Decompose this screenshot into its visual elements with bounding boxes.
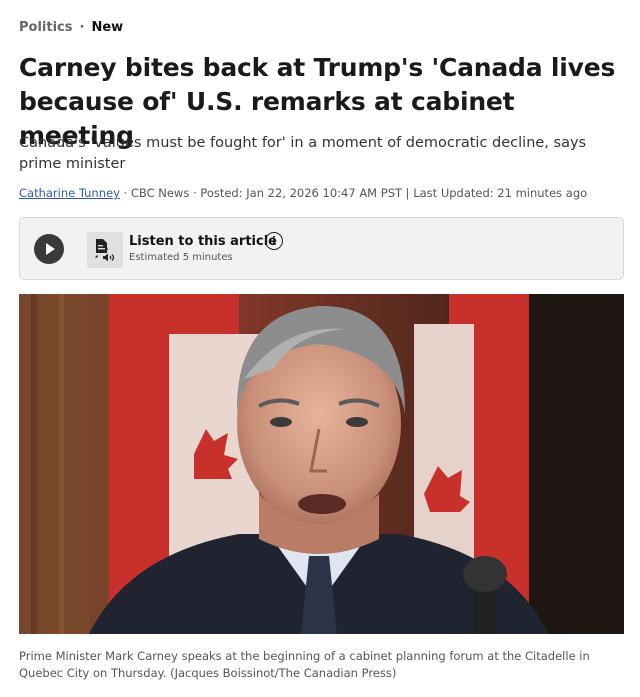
- author-link[interactable]: Catharine Tunney: [19, 186, 120, 200]
- breadcrumb-politics-link[interactable]: Politics: [19, 20, 73, 35]
- play-icon: [46, 243, 55, 255]
- listen-to-article-panel: Listen to this article i Estimated 5 min…: [19, 217, 624, 280]
- info-icon[interactable]: i: [265, 232, 283, 250]
- article-subheadline: Canada's 'values must be fought for' in …: [19, 135, 587, 172]
- listen-estimate: Estimated 5 minutes: [129, 252, 233, 263]
- listen-title: Listen to this article: [129, 234, 277, 249]
- photo-carney-illustration: [19, 294, 624, 634]
- byline: Catharine Tunney · CBC News · Posted: Ja…: [19, 186, 587, 200]
- new-badge: New: [91, 20, 124, 35]
- breadcrumb: Politics · New: [19, 20, 123, 35]
- text-to-speech-icon: [87, 232, 123, 268]
- breadcrumb-separator: ·: [79, 20, 85, 35]
- byline-meta: · CBC News · Posted: Jan 22, 2026 10:47 …: [119, 186, 588, 200]
- play-button[interactable]: [34, 234, 64, 264]
- photo-caption: Prime Minister Mark Carney speaks at the…: [19, 649, 590, 680]
- article-photo: [19, 294, 624, 634]
